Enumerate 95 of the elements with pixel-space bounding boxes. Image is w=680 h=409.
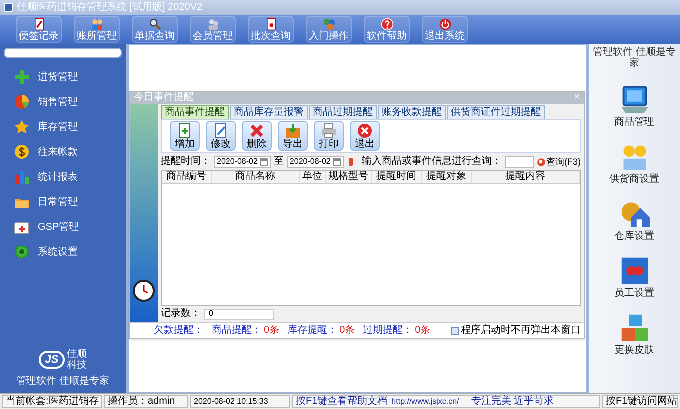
panel-item[interactable]: 仓库设置 (614, 199, 654, 242)
calendar-icon (260, 158, 268, 166)
debt-reminder-label: 欠款提醒： (154, 326, 204, 336)
toolbar-button[interactable]: 增加 (170, 121, 200, 151)
goods-reminder-count: 0条 (264, 326, 280, 336)
sidebar-search-field[interactable] (4, 48, 122, 58)
help-hint: 按F1键查看帮助文档 (296, 394, 388, 409)
help-icon (380, 18, 394, 30)
column-header: 商品编号 (162, 171, 212, 183)
calendar-icon (332, 158, 341, 166)
toolbar-button[interactable]: 账所管理 (74, 16, 120, 43)
checkbox[interactable] (451, 326, 459, 334)
date-picker[interactable]: 2020-08-02 (214, 156, 271, 168)
date-time: 2020-08-02 10:15:33 (194, 396, 268, 408)
pie-chart-icon (14, 94, 30, 110)
sidebar-item[interactable]: 库存管理 (14, 118, 122, 136)
bar-chart-icon (14, 169, 30, 185)
column-header: 规格型号 (326, 171, 372, 183)
to-label: 至 (274, 157, 284, 167)
star-icon (14, 119, 30, 135)
column-header: 提醒内容 (472, 171, 580, 183)
search-field[interactable] (504, 156, 534, 168)
app-icon (4, 3, 13, 12)
column-header: 单位 (300, 171, 326, 183)
column-header: 商品名称 (212, 171, 300, 183)
notepad-icon (32, 18, 46, 30)
users-icon (206, 18, 220, 30)
record-count-field[interactable]: 0 (204, 308, 274, 320)
motto-text: 专注完美 近乎苛求 (471, 394, 554, 409)
toolbar-button[interactable]: 单据查询 (132, 16, 178, 43)
computer-icon (620, 85, 650, 115)
panel-item[interactable]: 供货商设置 (610, 142, 660, 185)
checkbox-label: 程序启动时不再弹出本窗口 (461, 326, 581, 336)
edit-document-icon (213, 122, 229, 138)
column-header: 提醒对象 (422, 171, 472, 183)
gear-icon (14, 244, 30, 260)
expiry-reminder-count: 0条 (415, 326, 431, 336)
toolbar-button[interactable]: 入门操作 (306, 16, 352, 43)
plus-icon (14, 69, 30, 85)
clock-icon (133, 280, 155, 302)
search-icon (148, 18, 162, 30)
document-icon (264, 18, 278, 30)
toolbar-button[interactable]: 便签记录 (16, 16, 62, 43)
window-title: 佳顺医药进销存管理系统 [试用版] 2020V2 (17, 2, 203, 12)
sidebar-item[interactable]: 进货管理 (14, 68, 122, 86)
dollar-icon (14, 144, 30, 160)
sidebar-item[interactable]: GSP管理 (14, 218, 122, 236)
stock-reminder-count: 0条 (340, 326, 356, 336)
record-count-label: 记录数： (161, 309, 201, 319)
panel-item[interactable]: 商品管理 (614, 85, 654, 128)
toolbar-button[interactable]: 批次查询 (248, 16, 294, 43)
expiry-reminder-label: 过期提醒： (363, 326, 414, 336)
stock-reminder-label: 库存提醒： (288, 326, 338, 336)
toolbar-button[interactable]: 打印 (314, 121, 344, 151)
power-icon (438, 18, 452, 30)
goods-reminder-label: 商品提醒： (212, 326, 262, 336)
tab[interactable]: 商品库存量报警 (230, 105, 308, 119)
sidebar-item[interactable]: 系统设置 (14, 243, 122, 261)
website-link[interactable]: http://www.jsjxc.cn/ (392, 396, 460, 408)
toolbar-button[interactable]: 退出 (350, 121, 380, 151)
export-box-icon (285, 122, 301, 138)
close-icon (357, 122, 373, 138)
date-picker[interactable]: 2020-08-02 (286, 156, 344, 168)
panel-caption: 管理软件 佳顺是专家 (592, 47, 677, 69)
sidebar-item[interactable]: 销售管理 (14, 93, 122, 111)
printer-icon (321, 122, 337, 138)
toolbar-button[interactable]: 软件帮助 (364, 16, 410, 43)
account-info: 当前帐套:医药进销存 (6, 394, 99, 409)
add-document-icon (177, 122, 193, 138)
website-hint: 按F1键访问网站 (606, 394, 678, 409)
tab[interactable]: 商品事件提醒 (161, 105, 229, 119)
sidebar-item[interactable]: 往来帐款 (14, 143, 122, 161)
tab[interactable]: 供货商证件过期提醒 (447, 105, 545, 119)
toolbar-button[interactable]: 导出 (278, 121, 308, 151)
dialog-title: 今日事件提醒 (134, 93, 194, 103)
operator-info: 操作员：admin (108, 395, 176, 409)
toolbar-button[interactable]: 删除 (242, 121, 272, 151)
sidebar-item[interactable]: 日常管理 (14, 193, 122, 211)
sidebar-item[interactable]: 统计报表 (14, 168, 122, 186)
logo-slogan: 管理软件 佳顺是专家 (16, 374, 110, 389)
toolbar-button[interactable]: 退出系统 (422, 16, 468, 43)
toolbar-button[interactable]: 会员管理 (190, 16, 236, 43)
cubes-icon (620, 313, 650, 343)
search-button[interactable]: 查询(F3) (536, 158, 581, 166)
panel-item[interactable]: 更换皮肤 (614, 313, 654, 356)
delete-x-icon (249, 122, 265, 138)
time-label: 提醒时间： (161, 157, 211, 167)
tab[interactable]: 账务收款提醒 (378, 105, 446, 119)
people-icon (90, 18, 104, 30)
search-label: 输入商品或事件信息进行查询： (362, 157, 502, 167)
column-header: 提醒时间 (372, 171, 422, 183)
toolbar-button[interactable]: 修改 (206, 121, 236, 151)
panel-item[interactable]: 员工设置 (614, 256, 654, 299)
search-icon (536, 158, 546, 166)
tab[interactable]: 商品过期提醒 (309, 105, 377, 119)
